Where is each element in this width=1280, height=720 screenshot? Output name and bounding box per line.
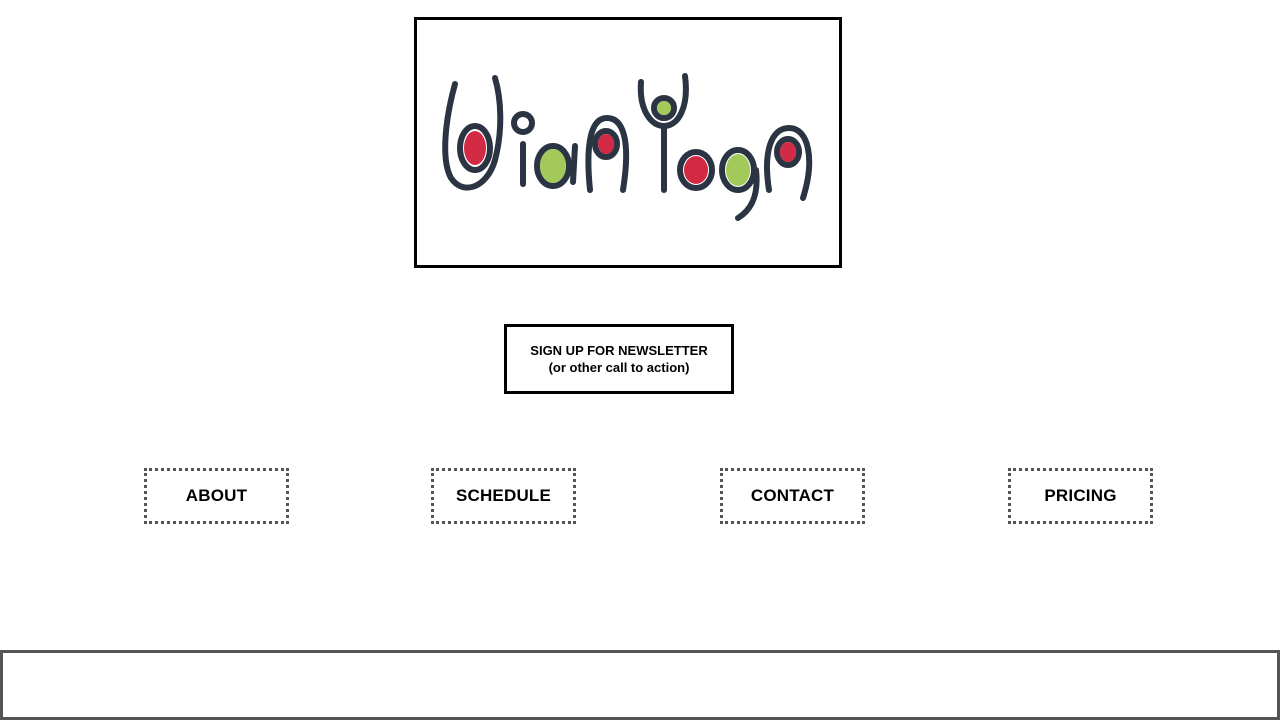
nav-pricing-label: PRICING: [1044, 486, 1117, 505]
page: SIGN UP FOR NEWSLETTER (or other call to…: [0, 0, 1280, 720]
widayoga-logo: [442, 73, 813, 221]
newsletter-signup-button[interactable]: SIGN UP FOR NEWSLETTER (or other call to…: [504, 324, 734, 394]
nav-contact-label: CONTACT: [750, 486, 835, 505]
logo-frame: [414, 17, 842, 268]
nav-about-button[interactable]: ABOUT: [144, 468, 289, 524]
nav-schedule-label: SCHEDULE: [455, 486, 552, 505]
nav-pricing-button[interactable]: PRICING: [1008, 468, 1153, 524]
cta-line-1: SIGN UP FOR NEWSLETTER: [530, 343, 708, 358]
nav-contact-button[interactable]: CONTACT: [720, 468, 865, 524]
nav-schedule-button[interactable]: SCHEDULE: [431, 468, 576, 524]
footer-bar: [0, 650, 1280, 720]
cta-line-2: (or other call to action): [548, 360, 690, 375]
nav-about-label: ABOUT: [185, 486, 248, 505]
